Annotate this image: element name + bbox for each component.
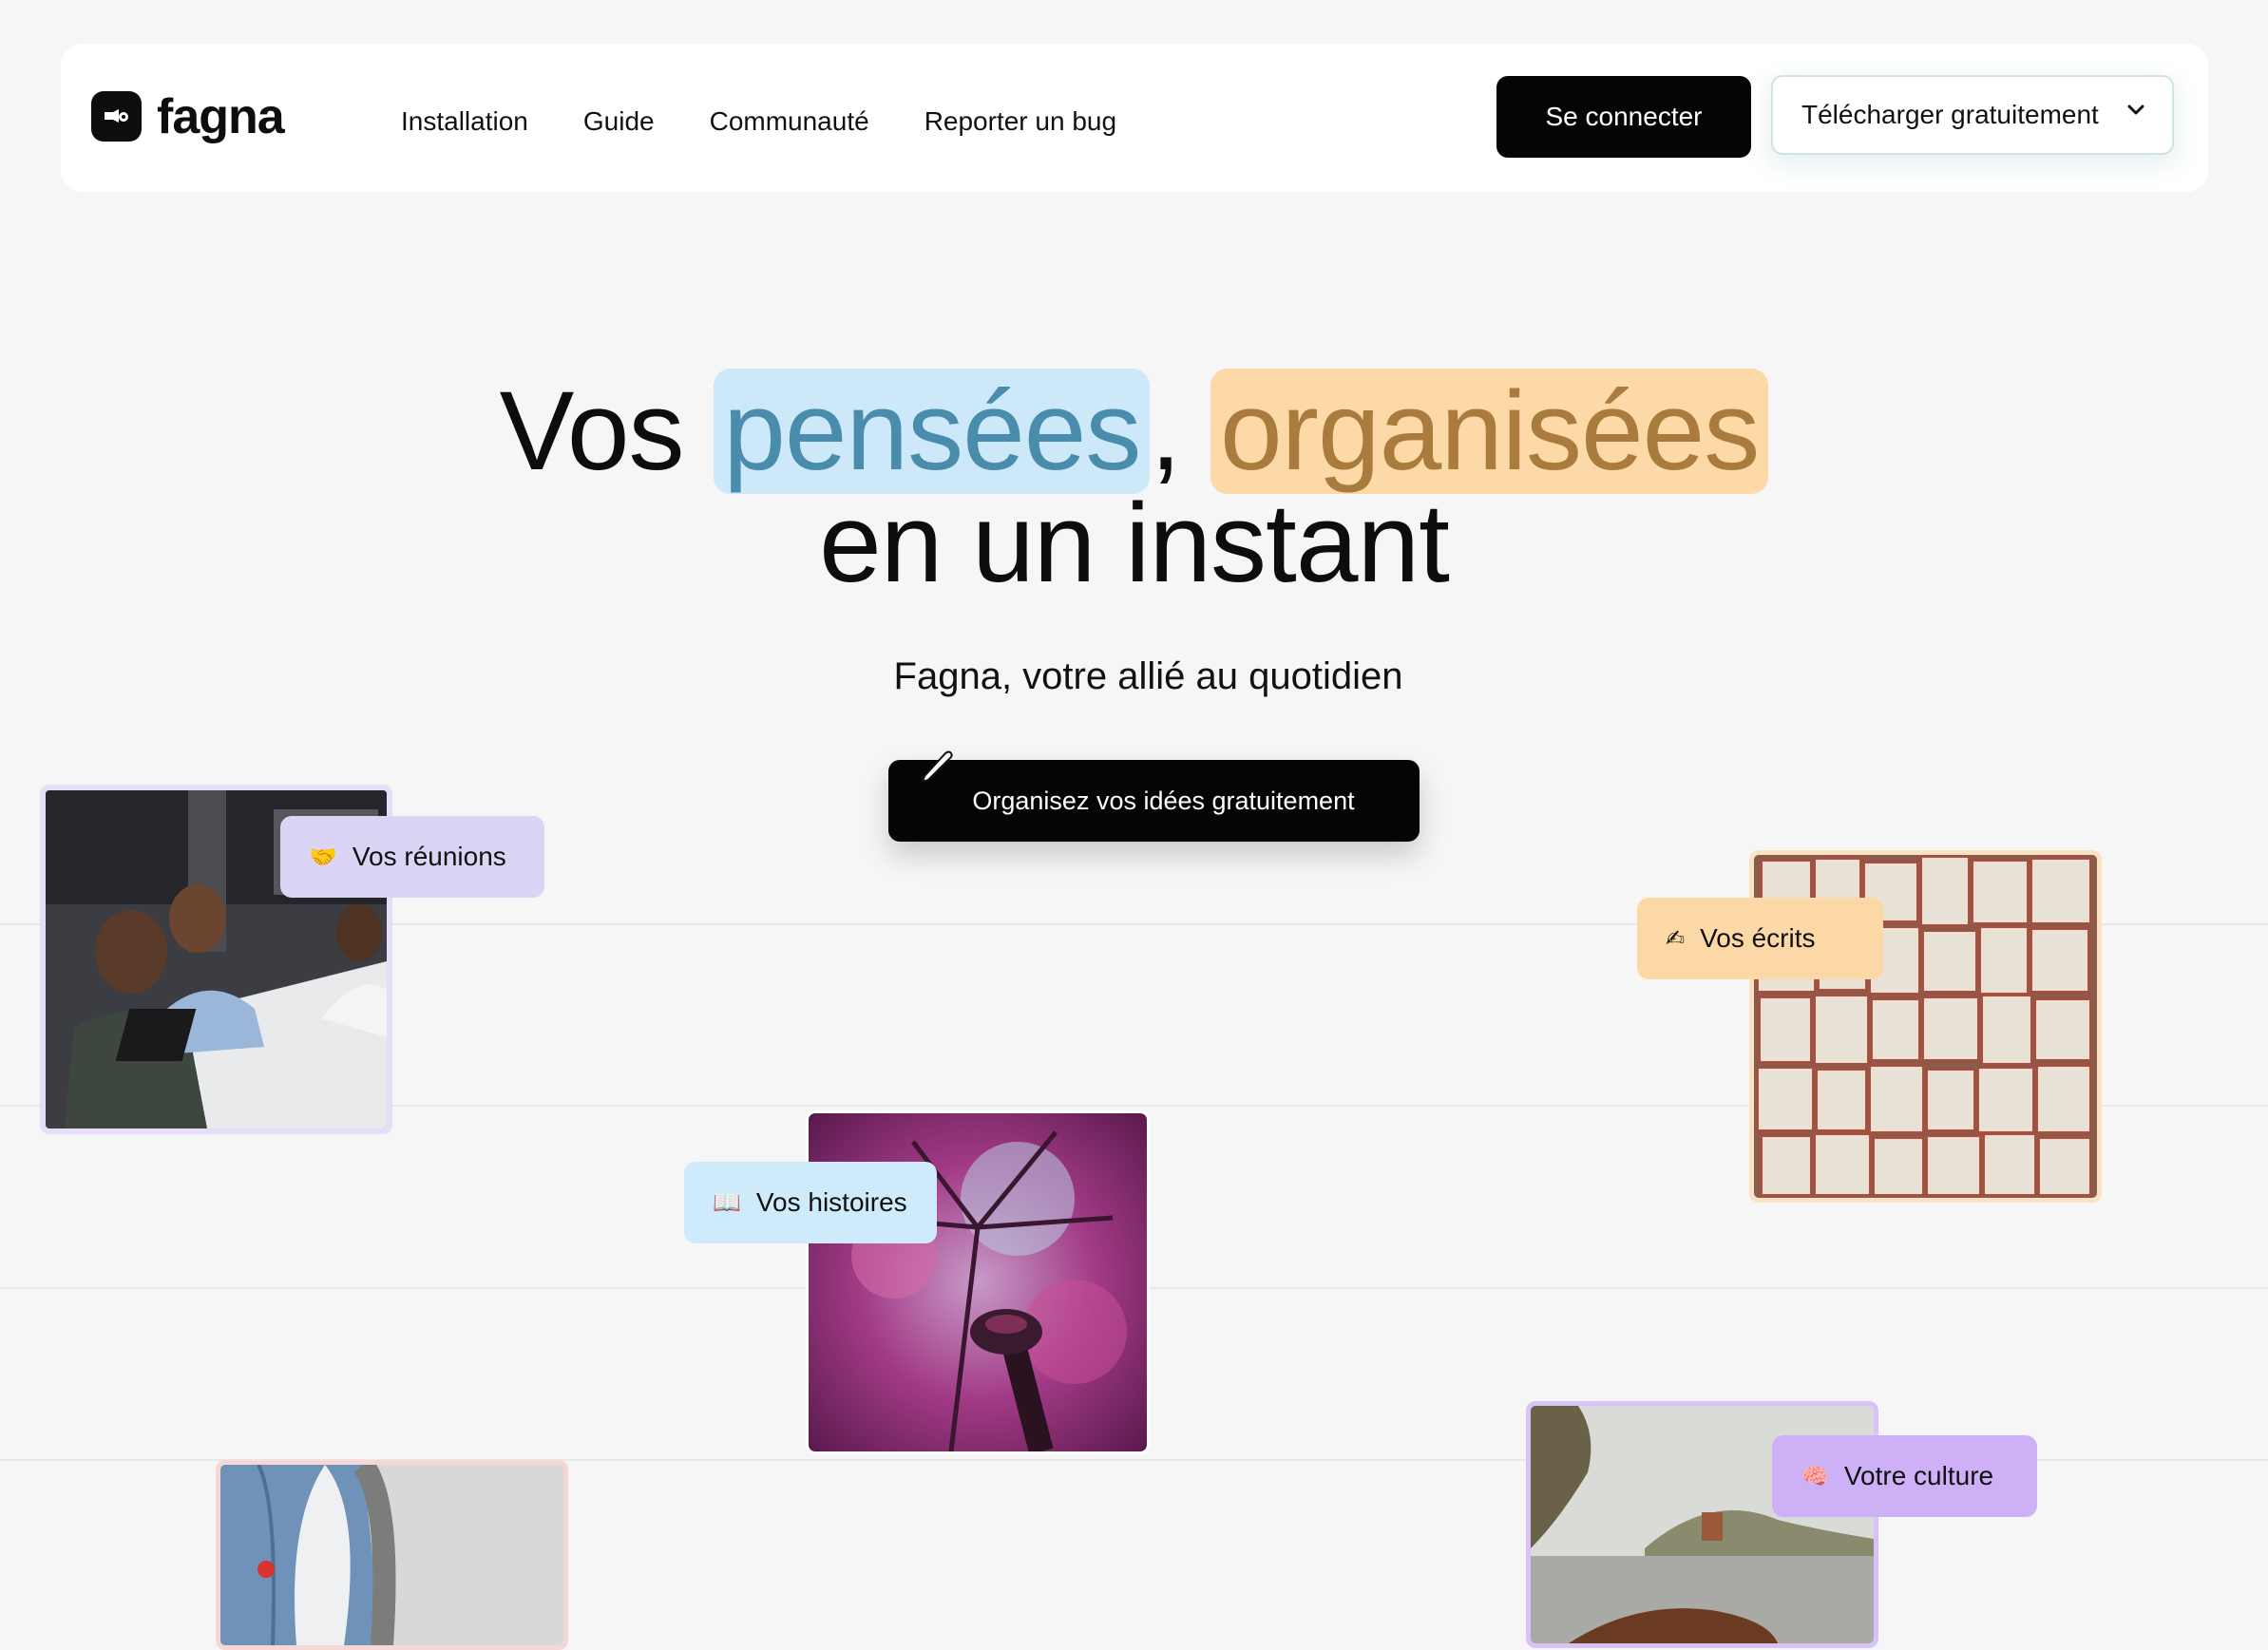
hero-title-comma: , [1150,369,1181,494]
denim-jacket-photo [216,1460,568,1650]
tag-stories: 📖 Vos histoires [684,1162,937,1243]
chevron-down-icon [2127,104,2144,115]
pen-icon [922,750,953,783]
hero-subtitle: Fagna, votre allié au quotidien [893,655,1403,697]
nav-link-installation[interactable]: Installation [401,106,528,137]
nav-link-guide[interactable]: Guide [583,106,655,137]
tag-culture: 🧠 Votre culture [1772,1435,2037,1517]
nav-link-community[interactable]: Communauté [710,106,869,137]
book-icon: 📖 [713,1189,741,1216]
download-dropdown-button[interactable]: Télécharger gratuitement [1771,75,2174,155]
nav-link-report-bug[interactable]: Reporter un bug [924,106,1116,137]
download-label: Télécharger gratuitement [1801,100,2099,129]
brand-name: fagna [157,88,285,144]
writing-hand-icon: ✍ [1666,925,1686,952]
hero-title-line-2: en un instant [819,481,1450,606]
main-nav: Installation Guide Communauté Reporter u… [401,106,1172,137]
highlight-thoughts: pensées [714,369,1151,494]
tag-writings: ✍ Vos écrits [1637,898,1883,979]
login-button[interactable]: Se connecter [1496,76,1751,158]
hero-title: Vos pensées, organisées en un instant [0,369,2268,606]
tag-culture-label: Votre culture [1843,1461,1994,1490]
top-navbar: fagna Installation Guide Communauté Repo… [61,44,2208,192]
tag-stories-label: Vos histoires [755,1187,907,1217]
brain-icon: 🧠 [1801,1463,1829,1489]
handshake-icon: 🤝 [309,844,337,870]
hero-title-word: Vos [499,369,685,494]
highlight-organized: organisées [1210,369,1769,494]
tag-writings-label: Vos écrits [1700,923,1816,953]
tag-meetings-label: Vos réunions [352,842,506,871]
brand-logo[interactable]: fagna [91,88,285,144]
logo-icon [91,91,142,142]
hero-title-line-1: Vos pensées, organisées [0,369,2268,494]
tag-meetings: 🤝 Vos réunions [280,816,544,898]
cta-button[interactable]: Organisez vos idées gratuitement [888,760,1420,842]
